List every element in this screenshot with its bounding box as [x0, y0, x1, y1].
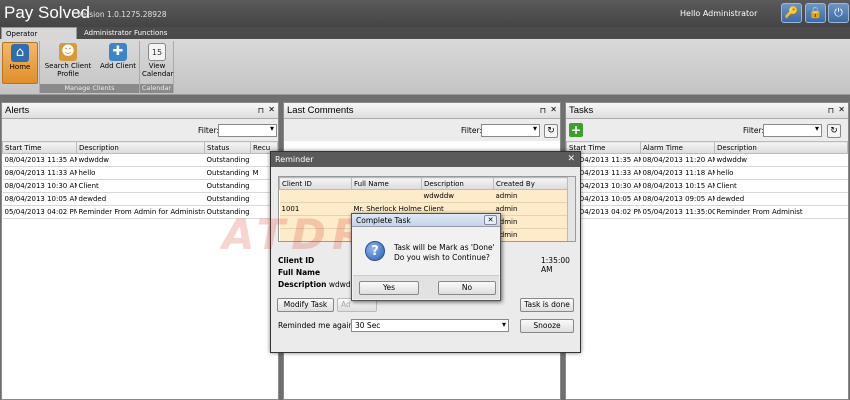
close-icon[interactable]: ✕ — [838, 105, 845, 114]
power-icon[interactable]: ⏻ — [828, 3, 849, 23]
search-client-icon: ☻ — [59, 43, 77, 61]
ribbon-group-home: ⌂ Home — [0, 41, 40, 93]
yes-button[interactable]: Yes — [359, 281, 419, 295]
reminded-label: Reminded me again in — [278, 321, 363, 330]
filter-label: Filter: — [198, 126, 219, 135]
refresh-icon[interactable]: ↻ — [827, 124, 841, 138]
key-icon[interactable]: 🔑 — [781, 3, 802, 23]
lock-icon[interactable]: 🔒 — [805, 3, 826, 23]
no-button[interactable]: No — [438, 281, 496, 295]
table-row[interactable]: 08/04/2013 11:35 AM 08/04/2013 11:20 AM wd… — [566, 153, 848, 167]
client-id-label: Client ID — [278, 256, 315, 265]
tasks-title: Tasks — [569, 105, 594, 116]
comments-filter: Filter: ↻ — [284, 124, 562, 138]
description-field: Description wdwddw — [278, 280, 362, 289]
comments-title: Last Comments — [287, 105, 354, 116]
table-row[interactable]: 05/04/2013 04:02 PM05/04/2013 11:35:00 A… — [566, 205, 848, 219]
ribbon-tabs: Operator Functions Administrator Functio… — [0, 27, 850, 50]
close-icon[interactable]: ✕ — [484, 215, 497, 225]
title-bar: Pay Solved Version 1.0.1275.28928 Hello … — [0, 0, 850, 27]
table-row[interactable]: 08/04/2013 10:30 AM 08/04/2013 10:15 AM Cl… — [566, 179, 848, 193]
table-row[interactable]: 05/04/2013 04:02 PM Reminder From Admin f… — [2, 205, 278, 219]
grid-header-row: Start Time Alarm Time Description — [566, 141, 848, 154]
alerts-grid: Start Time Description Status Recu 08/04… — [2, 141, 278, 399]
table-row[interactable]: 08/04/2013 11:33 AM 08/04/2013 11:18 AM he… — [566, 166, 848, 180]
pin-icon[interactable]: ⊓ — [540, 106, 546, 115]
refresh-icon[interactable]: ↻ — [544, 124, 558, 138]
column-header[interactable]: Created By — [493, 177, 569, 190]
pin-icon[interactable]: ⊓ — [258, 106, 264, 115]
tasks-filter: Filter: ↻ — [566, 124, 850, 138]
pin-icon[interactable]: ⊓ — [828, 106, 834, 115]
search-client-profile-button[interactable]: ☻ Search Client Profile — [44, 42, 92, 82]
ribbon-group-calendar: 15 View Calendar Calendar — [140, 41, 174, 93]
ribbon-group-label: Calendar — [140, 84, 173, 93]
grid-header-row: Start Time Description Status Recu — [2, 141, 278, 154]
complete-task-dialog: Complete Task ✕ ? Task will be Mark as '… — [351, 213, 501, 301]
tab-administrator-functions[interactable]: Administrator Functions — [80, 27, 171, 39]
alerts-panel: Alerts ⊓ ✕ Filter: Start Time Descriptio… — [1, 102, 279, 400]
add-client-button[interactable]: ✚ Add Client — [98, 42, 138, 82]
reminder-interval-select[interactable]: 30 Sec — [351, 319, 509, 332]
filter-label: Filter: — [461, 126, 482, 135]
reminder-title: Reminder — [275, 155, 314, 164]
close-icon[interactable]: ✕ — [268, 105, 275, 114]
reminder-title-bar: Reminder ✕ — [271, 152, 580, 167]
reminder-time-value: 1:35:00 AM — [541, 256, 570, 274]
question-icon: ? — [365, 241, 385, 261]
tasks-grid: Start Time Alarm Time Description 08/04/… — [566, 141, 848, 399]
complete-task-title: Complete Task — [356, 216, 411, 225]
column-header[interactable]: Description — [76, 141, 205, 154]
app-version: Version 1.0.1275.28928 — [77, 10, 167, 19]
column-header[interactable]: Description — [421, 177, 494, 190]
view-calendar-button[interactable]: 15 View Calendar — [142, 42, 173, 82]
table-row[interactable]: 08/04/2013 11:33 AM hello Outstanding M — [2, 166, 278, 180]
tasks-filter-select[interactable] — [763, 124, 822, 137]
table-row[interactable]: 08/04/2013 10:30 AM Client Outstanding — [2, 179, 278, 193]
modify-task-button[interactable]: Modify Task — [277, 298, 334, 312]
column-header[interactable]: Status — [204, 141, 251, 154]
comments-header: Last Comments ⊓ ✕ — [284, 103, 560, 119]
snooze-button[interactable]: Snooze — [520, 319, 574, 333]
confirm-button-bar: Yes No — [353, 275, 499, 299]
tab-operator-functions[interactable]: Operator Functions — [1, 27, 77, 50]
home-button[interactable]: ⌂ Home — [2, 42, 38, 84]
column-header[interactable]: Start Time — [2, 141, 77, 154]
filter-label: Filter: — [743, 126, 764, 135]
close-icon[interactable]: ✕ — [567, 152, 575, 167]
table-row[interactable]: 08/04/2013 11:35 AM wdwddw Outstanding — [2, 153, 278, 167]
confirm-message: Task will be Mark as 'Done' Do you wish … — [394, 243, 495, 262]
table-row[interactable]: wdwddw admin — [279, 189, 569, 203]
full-name-label: Full Name — [278, 268, 321, 277]
alerts-header: Alerts ⊓ ✕ — [2, 103, 278, 119]
ribbon: ⌂ Home ☻ Search Client Profile ✚ Add Cli… — [0, 39, 850, 95]
alerts-title: Alerts — [5, 105, 30, 116]
grid-header-row: Client ID Full Name Description Created … — [279, 177, 569, 190]
vertical-scrollbar[interactable] — [567, 177, 575, 241]
home-icon: ⌂ — [11, 44, 29, 62]
user-greeting: Hello Administrator — [680, 9, 758, 18]
column-header[interactable]: Description — [714, 141, 848, 154]
tasks-header: Tasks ⊓ ✕ — [566, 103, 848, 119]
tasks-panel: Tasks ⊓ ✕ + Filter: ↻ Start Time Alarm T… — [565, 102, 849, 400]
comments-filter-select[interactable] — [481, 124, 540, 137]
column-header[interactable]: Full Name — [351, 177, 422, 190]
calendar-icon: 15 — [148, 43, 166, 61]
add-client-icon: ✚ — [109, 43, 127, 61]
complete-task-title-bar: Complete Task ✕ — [352, 214, 500, 227]
column-header[interactable]: Client ID — [279, 177, 352, 190]
ribbon-group-manage-clients: ☻ Search Client Profile ✚ Add Client Man… — [40, 41, 140, 93]
table-row[interactable]: 08/04/2013 10:05 AM dewded Outstanding — [2, 192, 278, 206]
alerts-filter-select[interactable] — [218, 124, 277, 137]
close-icon[interactable]: ✕ — [550, 105, 557, 114]
alerts-filter: Filter: — [2, 124, 280, 138]
table-row[interactable]: 08/04/2013 10:05 AM 08/04/2013 09:05 AM de… — [566, 192, 848, 206]
ribbon-group-label: Manage Clients — [40, 84, 139, 93]
task-is-done-button[interactable]: Task is done — [520, 298, 574, 312]
column-header[interactable]: Alarm Time — [640, 141, 715, 154]
